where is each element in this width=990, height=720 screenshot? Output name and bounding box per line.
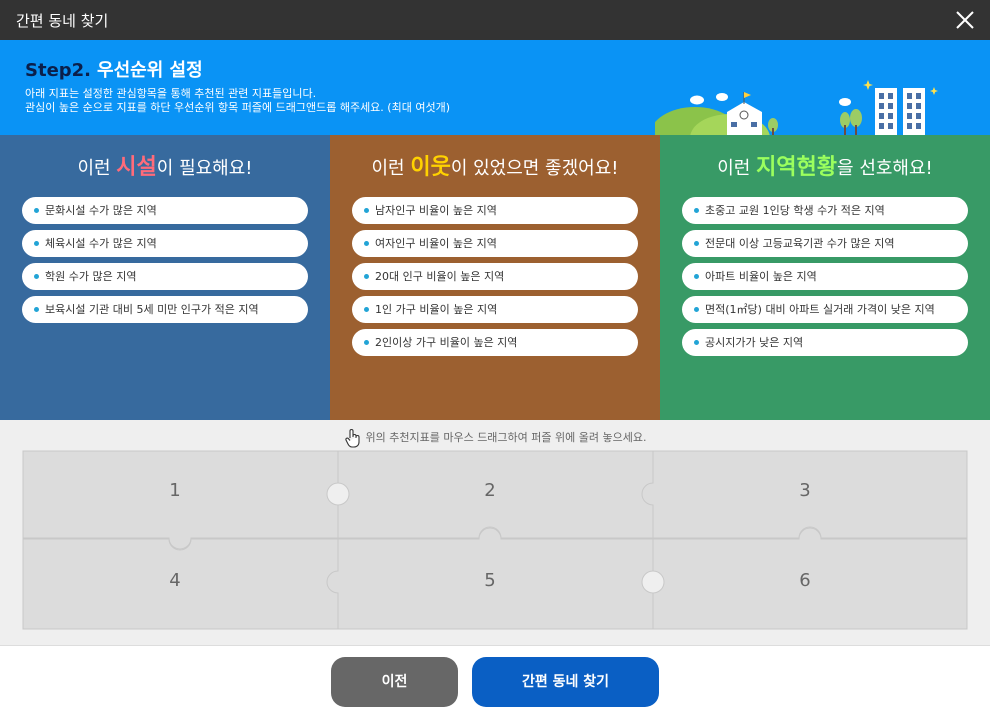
indicator-chip[interactable]: 공시지가가 낮은 지역	[682, 329, 968, 356]
indicator-chip[interactable]: 20대 인구 비율이 높은 지역	[352, 263, 638, 290]
region-column: 이런 지역현황을 선호해요! 초중고 교원 1인당 학생 수가 적은 지역 전문…	[660, 135, 990, 420]
indicator-label: 전문대 이상 고등교육기관 수가 많은 지역	[705, 237, 895, 250]
town-illustration	[655, 80, 938, 135]
indicator-chip[interactable]: 1인 가구 비율이 높은 지역	[352, 296, 638, 323]
bullet-icon	[34, 273, 39, 279]
indicator-chip[interactable]: 면적(1㎡당) 대비 아파트 실거래 가격이 낮은 지역	[682, 296, 968, 323]
bullet-icon	[34, 207, 39, 213]
indicator-chip[interactable]: 학원 수가 많은 지역	[22, 263, 308, 290]
puzzle-slot-number: 2	[484, 480, 496, 501]
bullet-icon	[34, 240, 39, 246]
step-label: Step2.	[25, 60, 92, 81]
neighbor-heading-highlight: 이웃	[410, 155, 451, 180]
prev-button[interactable]: 이전	[331, 657, 458, 707]
neighbor-column: 이런 이웃이 있었으면 좋겠어요! 남자인구 비율이 높은 지역 여자인구 비율…	[330, 135, 660, 420]
indicator-label: 2인이상 가구 비율이 높은 지역	[375, 336, 518, 349]
indicator-label: 여자인구 비율이 높은 지역	[375, 237, 497, 250]
drag-hint-text: 위의 추천지표를 마우스 드래그하여 퍼즐 위에 올려 놓으세요.	[365, 431, 647, 444]
indicator-label: 체육시설 수가 많은 지역	[45, 237, 157, 250]
indicator-chip[interactable]: 문화시설 수가 많은 지역	[22, 197, 308, 224]
drag-hint: 위의 추천지표를 마우스 드래그하여 퍼즐 위에 올려 놓으세요.	[0, 428, 990, 448]
facility-column: 이런 시설이 필요해요! 문화시설 수가 많은 지역 체육시설 수가 많은 지역…	[0, 135, 330, 420]
puzzle-slot-number: 3	[799, 480, 811, 501]
bullet-icon	[364, 306, 369, 312]
bullet-icon	[34, 306, 39, 312]
bullet-icon	[694, 339, 699, 345]
puzzle-slot-number: 6	[799, 570, 811, 591]
region-heading-pre: 이런	[717, 158, 757, 179]
find-neighborhood-button[interactable]: 간편 동네 찾기	[472, 657, 659, 707]
indicator-columns: 이런 시설이 필요해요! 문화시설 수가 많은 지역 체육시설 수가 많은 지역…	[0, 135, 990, 420]
priority-puzzle	[22, 450, 968, 630]
close-icon[interactable]	[954, 9, 976, 31]
indicator-label: 1인 가구 비율이 높은 지역	[375, 303, 498, 316]
indicator-chip[interactable]: 아파트 비율이 높은 지역	[682, 263, 968, 290]
indicator-label: 초중고 교원 1인당 학생 수가 적은 지역	[705, 204, 885, 217]
footer-bar: 이전 간편 동네 찾기	[0, 645, 990, 720]
indicator-chip[interactable]: 2인이상 가구 비율이 높은 지역	[352, 329, 638, 356]
indicator-label: 면적(1㎡당) 대비 아파트 실거래 가격이 낮은 지역	[705, 303, 935, 316]
step-banner: Step2. 우선순위 설정 아래 지표는 설정한 관심항목을 통해 추천된 관련…	[0, 40, 990, 135]
indicator-label: 남자인구 비율이 높은 지역	[375, 204, 497, 217]
indicator-chip[interactable]: 초중고 교원 1인당 학생 수가 적은 지역	[682, 197, 968, 224]
indicator-chip[interactable]: 보육시설 기관 대비 5세 미만 인구가 적은 지역	[22, 296, 308, 323]
region-heading-highlight: 지역현황	[756, 155, 838, 180]
indicator-label: 아파트 비율이 높은 지역	[705, 270, 817, 283]
description-line-2: 관심이 높은 순으로 지표를 하단 우선순위 항목 퍼즐에 드래그앤드롭 해주세…	[25, 101, 450, 114]
facility-heading-highlight: 시설	[116, 155, 157, 180]
neighbor-heading: 이런 이웃이 있었으면 좋겠어요!	[330, 149, 660, 181]
indicator-label: 문화시설 수가 많은 지역	[45, 204, 157, 217]
bullet-icon	[694, 240, 699, 246]
facility-indicator-list: 문화시설 수가 많은 지역 체육시설 수가 많은 지역 학원 수가 많은 지역 …	[22, 197, 308, 329]
description-line-1: 아래 지표는 설정한 관심항목을 통해 추천된 관련 지표들입니다.	[25, 87, 317, 100]
bullet-icon	[364, 273, 369, 279]
neighbor-heading-post: 이 있었으면 좋겠어요!	[450, 158, 619, 179]
title-bar: 간편 동네 찾기	[0, 0, 990, 40]
region-indicator-list: 초중고 교원 1인당 학생 수가 적은 지역 전문대 이상 고등교육기관 수가 …	[682, 197, 968, 362]
puzzle-slot-number: 1	[169, 480, 181, 501]
indicator-label: 학원 수가 많은 지역	[45, 270, 137, 283]
indicator-chip[interactable]: 남자인구 비율이 높은 지역	[352, 197, 638, 224]
step-description: 아래 지표는 설정한 관심항목을 통해 추천된 관련 지표들입니다. 관심이 높…	[25, 87, 450, 115]
step-title: 우선순위 설정	[97, 60, 203, 81]
indicator-label: 공시지가가 낮은 지역	[705, 336, 804, 349]
neighbor-heading-pre: 이런	[371, 158, 411, 179]
facility-heading: 이런 시설이 필요해요!	[0, 149, 330, 181]
region-heading-post: 을 선호해요!	[837, 158, 933, 179]
hand-pointer-icon	[344, 429, 360, 448]
facility-heading-pre: 이런	[77, 158, 117, 179]
bullet-icon	[694, 207, 699, 213]
region-heading: 이런 지역현황을 선호해요!	[660, 149, 990, 181]
puzzle-slot-number: 4	[169, 570, 181, 591]
bullet-icon	[364, 339, 369, 345]
indicator-chip[interactable]: 전문대 이상 고등교육기관 수가 많은 지역	[682, 230, 968, 257]
bullet-icon	[364, 207, 369, 213]
step-heading: Step2. 우선순위 설정	[25, 56, 203, 82]
indicator-label: 20대 인구 비율이 높은 지역	[375, 270, 505, 283]
bullet-icon	[694, 273, 699, 279]
facility-heading-post: 이 필요해요!	[156, 158, 253, 179]
indicator-label: 보육시설 기관 대비 5세 미만 인구가 적은 지역	[45, 303, 259, 316]
puzzle-slot-number: 5	[484, 570, 496, 591]
window-title: 간편 동네 찾기	[16, 12, 109, 30]
puzzle-area: 위의 추천지표를 마우스 드래그하여 퍼즐 위에 올려 놓으세요. 1 2 3 …	[0, 420, 990, 645]
bullet-icon	[364, 240, 369, 246]
indicator-chip[interactable]: 체육시설 수가 많은 지역	[22, 230, 308, 257]
indicator-chip[interactable]: 여자인구 비율이 높은 지역	[352, 230, 638, 257]
neighbor-indicator-list: 남자인구 비율이 높은 지역 여자인구 비율이 높은 지역 20대 인구 비율이…	[352, 197, 638, 362]
bullet-icon	[694, 306, 699, 312]
